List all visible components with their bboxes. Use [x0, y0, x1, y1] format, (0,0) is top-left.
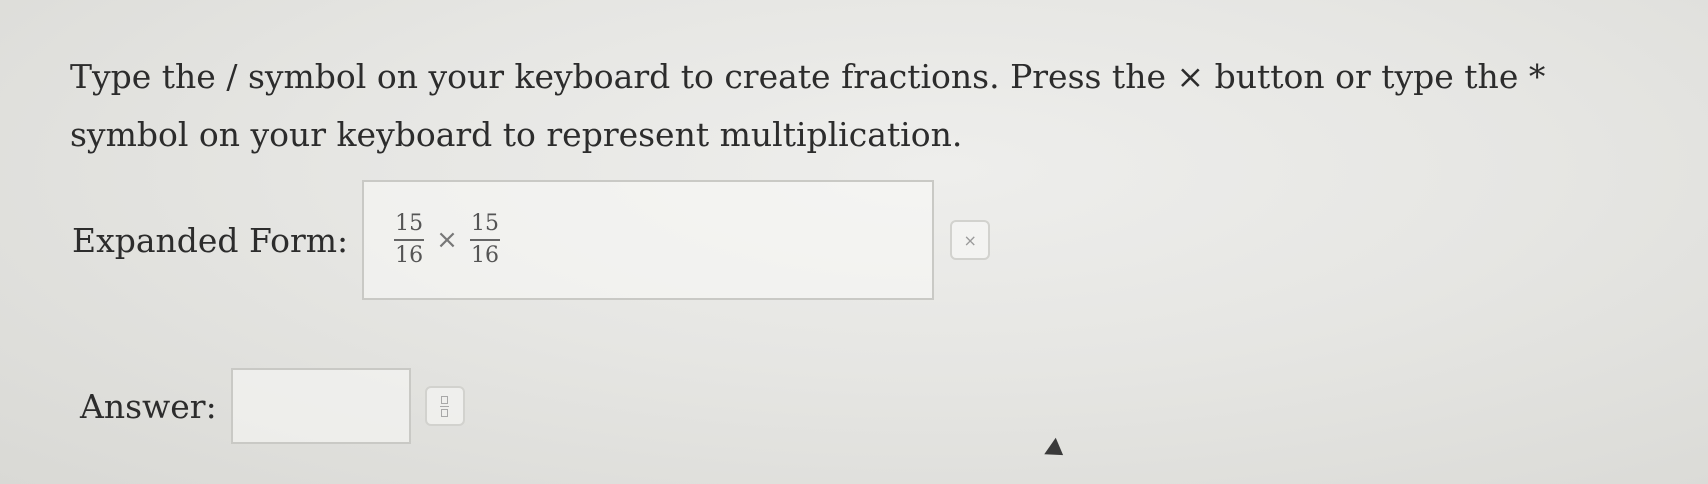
expanded-form-input[interactable]: 15 16 × 15 16 [362, 180, 935, 300]
fraction-1: 15 16 [394, 211, 425, 269]
fraction-bar [469, 239, 500, 241]
expanded-form-label: Expanded Form: [72, 220, 349, 260]
fraction-2-denominator: 16 [470, 243, 499, 268]
expanded-form-row: Expanded Form: 15 16 × 15 16 × [72, 180, 991, 300]
fraction-1-numerator: 15 [395, 211, 424, 236]
fraction-1-denominator: 16 [395, 243, 424, 268]
answer-label: Answer: [80, 386, 217, 426]
multiplication-operator: × [436, 225, 458, 255]
fraction-2: 15 16 [469, 211, 500, 269]
times-icon: × [963, 230, 977, 250]
answer-row: Answer: [80, 368, 465, 444]
fraction-icon [440, 395, 450, 417]
times-button[interactable]: × [950, 220, 991, 260]
fraction-bar [394, 239, 425, 241]
instructions-text: Type the / symbol on your keyboard to cr… [70, 57, 1546, 154]
fraction-2-numerator: 15 [470, 211, 499, 236]
mouse-pointer-icon [1044, 437, 1069, 464]
answer-input[interactable] [230, 368, 411, 444]
fraction-button[interactable] [424, 386, 465, 426]
